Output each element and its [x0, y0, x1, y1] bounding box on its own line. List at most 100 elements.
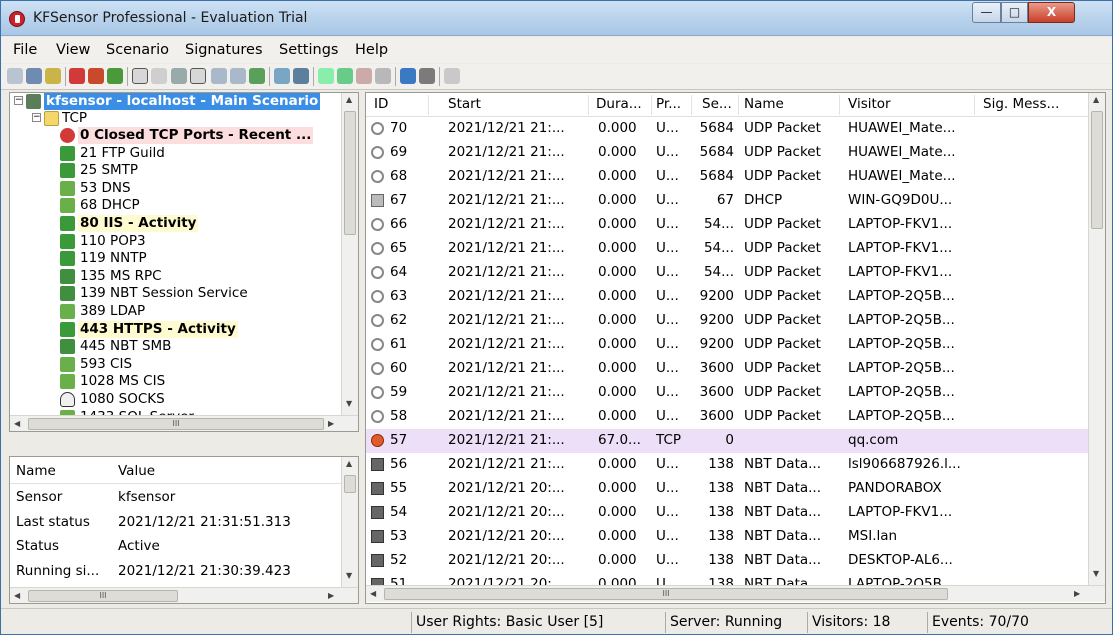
props-vscroll-thumb[interactable]: [344, 475, 356, 493]
event-row[interactable]: 66 2021/12/21 21:... 0.000 U... 54... UDP Pac…: [366, 213, 1088, 237]
col-duration-header[interactable]: Dura...: [596, 96, 642, 112]
events-vscroll-thumb[interactable]: [1091, 111, 1103, 229]
event-row[interactable]: 56 2021/12/21 21:... 0.000 U... 138 NBT Data.…: [366, 453, 1088, 477]
event-row[interactable]: 67 2021/12/21 21:... 0.000 U... 67 DHCP WIN-GQ…: [366, 189, 1088, 213]
col-protocol-header[interactable]: Pr...: [656, 96, 681, 112]
report-icon[interactable]: [337, 68, 353, 84]
book-icon[interactable]: [375, 68, 391, 84]
col-value-header[interactable]: Value: [118, 463, 155, 479]
tree-item-label: 135 MS RPC: [80, 267, 162, 284]
print-icon[interactable]: [318, 68, 334, 84]
event-row[interactable]: 53 2021/12/21 20:... 0.000 U... 138 NBT Data.…: [366, 525, 1088, 549]
menu-help[interactable]: Help: [355, 42, 388, 58]
udp-icon: [371, 242, 384, 255]
event-row[interactable]: 61 2021/12/21 21:... 0.000 U... 9200 UDP Pack…: [366, 333, 1088, 357]
property-value: Active: [118, 538, 160, 554]
event-row[interactable]: 57 2021/12/21 21:... 67.0... TCP 0 qq.com: [366, 429, 1088, 453]
close-button[interactable]: X: [1028, 2, 1075, 23]
event-row[interactable]: 65 2021/12/21 21:... 0.000 U... 54... UDP Pac…: [366, 237, 1088, 261]
udp-icon: [371, 338, 384, 351]
col-name-header[interactable]: Name: [16, 463, 56, 479]
props-vscroll[interactable]: ▲ ▼: [341, 457, 358, 587]
event-pr: U...: [656, 360, 679, 376]
tools-icon[interactable]: [419, 68, 435, 84]
menu-file[interactable]: File: [13, 42, 37, 58]
visitor-icon[interactable]: [88, 68, 104, 84]
sensor-start-icon[interactable]: [26, 68, 42, 84]
menu-signatures[interactable]: Signatures: [185, 42, 263, 58]
event-se: 54...: [703, 240, 734, 256]
event-row[interactable]: 52 2021/12/21 20:... 0.000 U... 138 NBT Data.…: [366, 549, 1088, 573]
tree-vscroll[interactable]: ▲ ▼: [341, 93, 358, 415]
event-row[interactable]: 69 2021/12/21 21:... 0.000 U... 5684 UDP Pack…: [366, 141, 1088, 165]
sort-desc-icon[interactable]: [151, 68, 167, 84]
sensor-icon[interactable]: [7, 68, 23, 84]
property-row[interactable]: Status Active: [10, 534, 342, 558]
menu-view[interactable]: View: [56, 42, 90, 58]
col-name-header[interactable]: Name: [744, 96, 784, 112]
event-id: 67: [390, 192, 408, 208]
event-row[interactable]: 62 2021/12/21 21:... 0.000 U... 9200 UDP Pack…: [366, 309, 1088, 333]
event-row[interactable]: 64 2021/12/21 21:... 0.000 U... 54... UDP Pac…: [366, 261, 1088, 285]
find-icon[interactable]: [274, 68, 290, 84]
tree-hscroll[interactable]: ◀ III ▶: [10, 415, 358, 431]
event-row[interactable]: 68 2021/12/21 21:... 0.000 U... 5684 UDP Pack…: [366, 165, 1088, 189]
filter-icon[interactable]: [211, 68, 227, 84]
props-hscroll-thumb[interactable]: III: [28, 590, 178, 602]
property-row[interactable]: Running si... 2021/12/21 21:30:39.423: [10, 559, 342, 583]
tree-hscroll-thumb[interactable]: III: [28, 418, 324, 430]
collapse-icon[interactable]: −: [14, 96, 23, 105]
minimize-button[interactable]: —: [972, 2, 1001, 23]
signal-icon[interactable]: [107, 68, 123, 84]
tree-vscroll-thumb[interactable]: [344, 111, 356, 235]
sort-asc-icon[interactable]: [132, 68, 148, 84]
col-id-header[interactable]: ID: [374, 96, 388, 112]
events-vscroll[interactable]: ▲ ▼: [1088, 93, 1105, 585]
windows-server-icon: [60, 286, 75, 302]
col-start-header[interactable]: Start: [448, 96, 481, 112]
property-row[interactable]: Last status 2021/12/21 21:31:51.313: [10, 510, 342, 534]
events-hscroll[interactable]: ◀ III ▶: [366, 585, 1105, 602]
nbt-icon: [371, 554, 384, 567]
chart-icon[interactable]: [400, 68, 416, 84]
filter-edit-icon[interactable]: [230, 68, 246, 84]
event-se: 3600: [699, 384, 734, 400]
property-row[interactable]: Sensor kfsensor: [10, 485, 342, 509]
event-name: UDP Packet: [744, 168, 821, 184]
save-icon[interactable]: [293, 68, 309, 84]
event-row[interactable]: 59 2021/12/21 21:... 0.000 U... 3600 UDP Pack…: [366, 381, 1088, 405]
event-row[interactable]: 60 2021/12/21 21:... 0.000 U... 3600 UDP Pack…: [366, 357, 1088, 381]
col-visitor-header[interactable]: Visitor: [848, 96, 891, 112]
props-hscroll[interactable]: ◀ III ▶: [10, 587, 358, 603]
title-bar[interactable]: KFSensor Professional - Evaluation Trial…: [1, 1, 1112, 36]
wizard-icon[interactable]: [444, 68, 460, 84]
menu-settings[interactable]: Settings: [279, 42, 338, 58]
tree-root-label[interactable]: kfsensor - localhost - Main Scenario: [44, 93, 321, 110]
event-row[interactable]: 70 2021/12/21 21:... 0.000 U... 5684 UDP Pack…: [366, 117, 1088, 141]
event-se: 54...: [703, 216, 734, 232]
event-row[interactable]: 54 2021/12/21 20:... 0.000 U... 138 NBT Data.…: [366, 501, 1088, 525]
event-row[interactable]: 63 2021/12/21 21:... 0.000 U... 9200 UDP Pack…: [366, 285, 1088, 309]
event-pr: U...: [656, 288, 679, 304]
kfsensor-app-icon[interactable]: [9, 11, 25, 27]
events-hscroll-thumb[interactable]: III: [384, 588, 948, 600]
event-pr: U...: [656, 528, 679, 544]
network-icon[interactable]: [171, 68, 187, 84]
menu-scenario[interactable]: Scenario: [106, 42, 169, 58]
refresh-icon[interactable]: [249, 68, 265, 84]
closed-ports-icon[interactable]: [69, 68, 85, 84]
export-icon[interactable]: [356, 68, 372, 84]
col-port-header[interactable]: Se...: [702, 96, 732, 112]
col-sig-message-header[interactable]: Sig. Mess...: [983, 96, 1059, 112]
event-row[interactable]: 55 2021/12/21 20:... 0.000 U... 138 NBT Data.…: [366, 477, 1088, 501]
property-value: 2021/12/21 21:30:39.423: [118, 562, 291, 579]
event-row[interactable]: 58 2021/12/21 21:... 0.000 U... 3600 UDP Pack…: [366, 405, 1088, 429]
maximize-button[interactable]: □: [1001, 2, 1028, 23]
event-id: 60: [390, 360, 408, 376]
event-name: UDP Packet: [744, 336, 821, 352]
events-table[interactable]: ID Start Dura... Pr... Se... Name Visito…: [365, 92, 1106, 604]
sensor-stop-icon[interactable]: [45, 68, 61, 84]
view-events-icon[interactable]: [190, 68, 206, 84]
collapse-icon[interactable]: −: [32, 113, 41, 122]
sensor-tree[interactable]: − kfsensor - localhost - Main Scenario −…: [9, 92, 359, 432]
